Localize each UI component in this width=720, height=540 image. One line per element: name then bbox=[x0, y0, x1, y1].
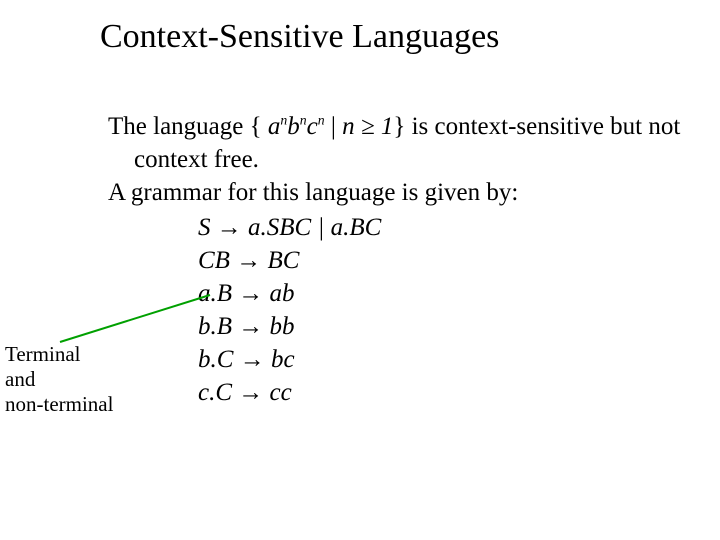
rule-5: b.C → bc bbox=[198, 343, 698, 376]
rule-4-lhs: b.B bbox=[198, 313, 238, 340]
rule-4-rhs: bb bbox=[263, 313, 294, 340]
rule-2: CB → BC bbox=[198, 244, 698, 277]
slide-body: The language { anbncn | n ≥ 1} is contex… bbox=[108, 110, 698, 409]
sup-n2: n bbox=[300, 113, 307, 128]
arrow-icon: → bbox=[238, 379, 263, 406]
intro-prefix: The language { bbox=[108, 113, 268, 140]
intro-cond: n ≥ 1 bbox=[342, 113, 393, 140]
intro-line-1: The language { anbncn | n ≥ 1} is contex… bbox=[108, 110, 698, 176]
slide-title: Context-Sensitive Languages bbox=[100, 18, 499, 56]
annotation-label: Terminal and non-terminal bbox=[5, 342, 113, 418]
rule-1-lhs: S bbox=[198, 214, 217, 241]
rule-6-lhs: c.C bbox=[198, 379, 238, 406]
rule-3: a.B → ab bbox=[198, 277, 698, 310]
annotation-line-1: Terminal bbox=[5, 342, 113, 367]
arrow-icon: → bbox=[238, 313, 263, 340]
rule-3-rhs: ab bbox=[263, 280, 294, 307]
rule-1-rhs: a.SBC | a.BC bbox=[242, 214, 382, 241]
rule-1: S → a.SBC | a.BC bbox=[198, 211, 698, 244]
arrow-icon: → bbox=[236, 247, 261, 274]
arrow-icon: → bbox=[217, 214, 242, 241]
intro-line-2: A grammar for this language is given by: bbox=[108, 176, 698, 209]
grammar-rules: S → a.SBC | a.BC CB → BC a.B → ab b.B → … bbox=[108, 211, 698, 409]
rule-2-lhs: CB bbox=[198, 247, 236, 274]
arrow-icon: → bbox=[238, 280, 263, 307]
slide: Context-Sensitive Languages The language… bbox=[0, 0, 720, 540]
annotation-line-2: and bbox=[5, 367, 113, 392]
sym-a: a bbox=[268, 113, 281, 140]
sym-b: b bbox=[287, 113, 300, 140]
rule-2-rhs: BC bbox=[261, 247, 299, 274]
intro-suffix: } is context-sensitive bbox=[393, 113, 604, 140]
sup-n3: n bbox=[318, 113, 325, 128]
annotation-line-3: non-terminal bbox=[5, 392, 113, 417]
arrow-icon: → bbox=[240, 346, 265, 373]
intro-mid: | bbox=[325, 113, 343, 140]
rule-6-rhs: cc bbox=[263, 379, 291, 406]
rule-5-rhs: bc bbox=[265, 346, 295, 373]
rule-5-lhs: b.C bbox=[198, 346, 240, 373]
rule-3-lhs: a.B bbox=[198, 280, 238, 307]
sym-c: c bbox=[307, 113, 318, 140]
rule-4: b.B → bb bbox=[198, 310, 698, 343]
rule-6: c.C → cc bbox=[198, 376, 698, 409]
